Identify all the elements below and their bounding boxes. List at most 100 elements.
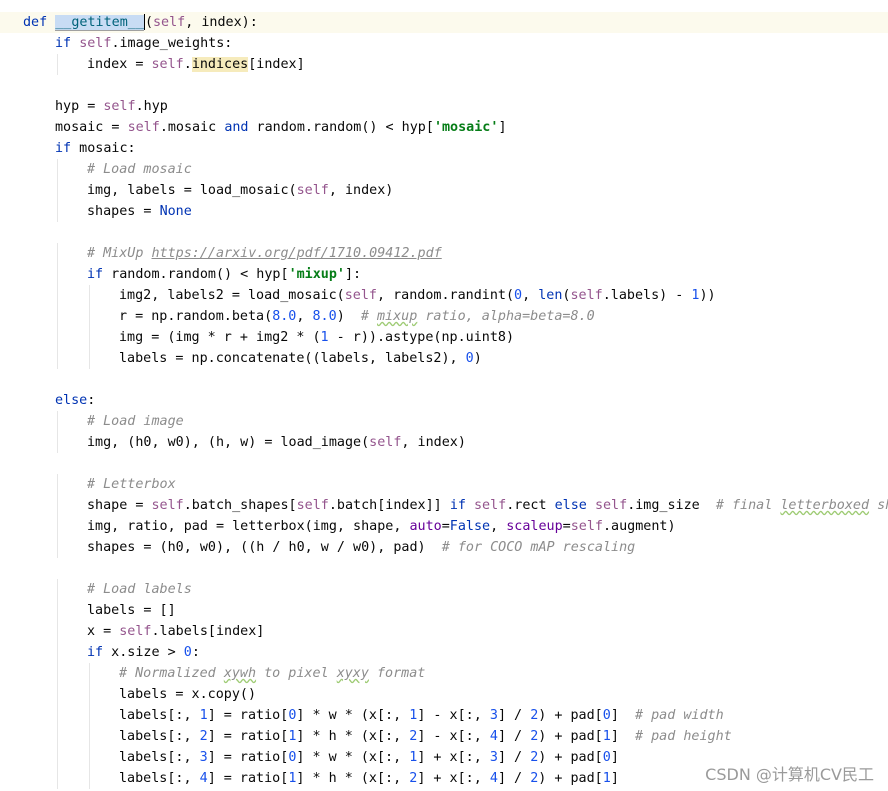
code-line[interactable]: labels = x.copy()	[0, 684, 888, 705]
code-token: img, ratio, pad = letterbox(img, shape,	[87, 519, 410, 534]
code-line[interactable]	[0, 75, 888, 96]
code-line[interactable]: index = self.indices[index]	[0, 54, 888, 75]
code-token: shapes = (h0, w0), ((h / h0, w / w0), pa…	[87, 540, 442, 555]
code-line[interactable]: # Letterbox	[0, 474, 888, 495]
indent-guide	[89, 684, 90, 705]
code-token: mosaic =	[55, 120, 128, 135]
code-token: , index):	[185, 15, 258, 30]
code-line[interactable]	[0, 453, 888, 474]
code-line[interactable]: img, ratio, pad = letterbox(img, shape, …	[0, 516, 888, 537]
indent-guide	[57, 726, 58, 747]
code-line[interactable]: shapes = None	[0, 201, 888, 222]
code-token: mosaic:	[71, 141, 136, 156]
code-text: shapes = (h0, w0), ((h / h0, w / w0), pa…	[87, 537, 635, 558]
indent-guide	[57, 243, 58, 264]
code-line[interactable]: shapes = (h0, w0), ((h / h0, w / w0), pa…	[0, 537, 888, 558]
code-line[interactable]: shape = self.batch_shapes[self.batch[ind…	[0, 495, 888, 516]
indent-guide	[57, 747, 58, 768]
code-line[interactable]: img, labels = load_mosaic(self, index)	[0, 180, 888, 201]
code-text: mosaic = self.mosaic and random.random()…	[55, 117, 507, 138]
indent-guide	[89, 327, 90, 348]
code-line[interactable]: labels[:, 1] = ratio[0] * w * (x[:, 1] -…	[0, 705, 888, 726]
code-token: 4	[199, 771, 208, 786]
code-line[interactable]: else:	[0, 390, 888, 411]
code-line[interactable]: # Load mosaic	[0, 159, 888, 180]
code-line[interactable]: labels[:, 2] = ratio[1] * h * (x[:, 2] -…	[0, 726, 888, 747]
code-token: ]	[610, 750, 619, 765]
indent-guide	[57, 579, 58, 600]
code-text: labels = np.concatenate((labels, labels2…	[119, 348, 482, 369]
code-token: ]	[498, 120, 507, 135]
code-text: labels = []	[87, 600, 176, 621]
indent-guide	[57, 621, 58, 642]
code-token: ] * w * (x[:,	[296, 708, 410, 723]
code-token: ] /	[497, 771, 531, 786]
code-token: self	[151, 498, 184, 513]
code-token: 3	[489, 750, 498, 765]
indent-guide	[57, 201, 58, 222]
indent-guide	[89, 768, 90, 789]
code-token: .augment)	[602, 519, 676, 534]
code-token: x.size >	[103, 645, 184, 660]
code-token: random.random() < hyp[	[248, 120, 434, 135]
code-token: 1	[602, 729, 611, 744]
code-line[interactable]: # Load image	[0, 411, 888, 432]
code-editor[interactable]: def __getitem__(self, index): if self.ima…	[0, 0, 888, 791]
code-line[interactable]	[0, 369, 888, 390]
indent-guide	[57, 348, 58, 369]
indent-guide	[57, 600, 58, 621]
code-token: img = (img * r + img2 * (	[119, 330, 321, 345]
code-line[interactable]: # Load labels	[0, 579, 888, 600]
code-line[interactable]: if x.size > 0:	[0, 642, 888, 663]
code-token: 'mosaic'	[433, 120, 499, 135]
indent-guide	[57, 285, 58, 306]
code-token: if	[87, 645, 104, 660]
code-line[interactable]: x = self.labels[index]	[0, 621, 888, 642]
code-line[interactable]: # MixUp https://arxiv.org/pdf/1710.09412…	[0, 243, 888, 264]
code-token: 3	[199, 750, 208, 765]
code-line[interactable]: labels = []	[0, 600, 888, 621]
indent-guide	[89, 285, 90, 306]
indent-guide	[89, 705, 90, 726]
indent-guide	[57, 159, 58, 180]
code-token: ] = ratio[	[207, 771, 289, 786]
indent-guide	[57, 516, 58, 537]
code-token: # Load mosaic	[87, 162, 192, 177]
code-line[interactable]: if random.random() < hyp['mixup']:	[0, 264, 888, 285]
code-token: # Load labels	[87, 582, 192, 597]
code-text: labels = x.copy()	[119, 684, 256, 705]
code-token: 1	[602, 771, 611, 786]
code-token: =	[441, 519, 450, 534]
code-token: None	[159, 204, 192, 219]
code-token: random.random() < hyp[	[103, 267, 289, 282]
code-line[interactable]: if mosaic:	[0, 138, 888, 159]
code-line[interactable]: r = np.random.beta(8.0, 8.0) # mixup rat…	[0, 306, 888, 327]
code-token: shapes =	[87, 204, 160, 219]
code-line[interactable]: img2, labels2 = load_mosaic(self, random…	[0, 285, 888, 306]
code-text: # Load mosaic	[87, 159, 192, 180]
code-token: format	[368, 666, 426, 681]
code-token: ] /	[497, 729, 531, 744]
code-token: ) + pad[	[538, 771, 603, 786]
code-line[interactable]: labels = np.concatenate((labels, labels2…	[0, 348, 888, 369]
code-line[interactable]: img = (img * r + img2 * (1 - r)).astype(…	[0, 327, 888, 348]
code-line[interactable]: img, (h0, w0), (h, w) = load_image(self,…	[0, 432, 888, 453]
code-text: labels[:, 2] = ratio[1] * h * (x[:, 2] -…	[119, 726, 732, 747]
code-token: # Normalized	[119, 666, 224, 681]
code-line[interactable]: # Normalized xywh to pixel xyxy format	[0, 663, 888, 684]
code-token: , index)	[401, 435, 466, 450]
code-line[interactable]: mosaic = self.mosaic and random.random()…	[0, 117, 888, 138]
code-line[interactable]: def __getitem__(self, index):	[0, 12, 888, 33]
code-line[interactable]: hyp = self.hyp	[0, 96, 888, 117]
code-token: ) + pad[	[538, 750, 603, 765]
code-token: img2, labels2 = load_mosaic(	[119, 288, 345, 303]
code-line[interactable]: if self.image_weights:	[0, 33, 888, 54]
code-text: index = self.indices[index]	[87, 54, 305, 75]
code-line[interactable]	[0, 558, 888, 579]
code-line[interactable]	[0, 222, 888, 243]
code-token: .labels) -	[602, 288, 692, 303]
code-token: ]:	[345, 267, 362, 282]
code-text: labels[:, 3] = ratio[0] * w * (x[:, 1] +…	[119, 747, 619, 768]
indent-guide	[57, 537, 58, 558]
